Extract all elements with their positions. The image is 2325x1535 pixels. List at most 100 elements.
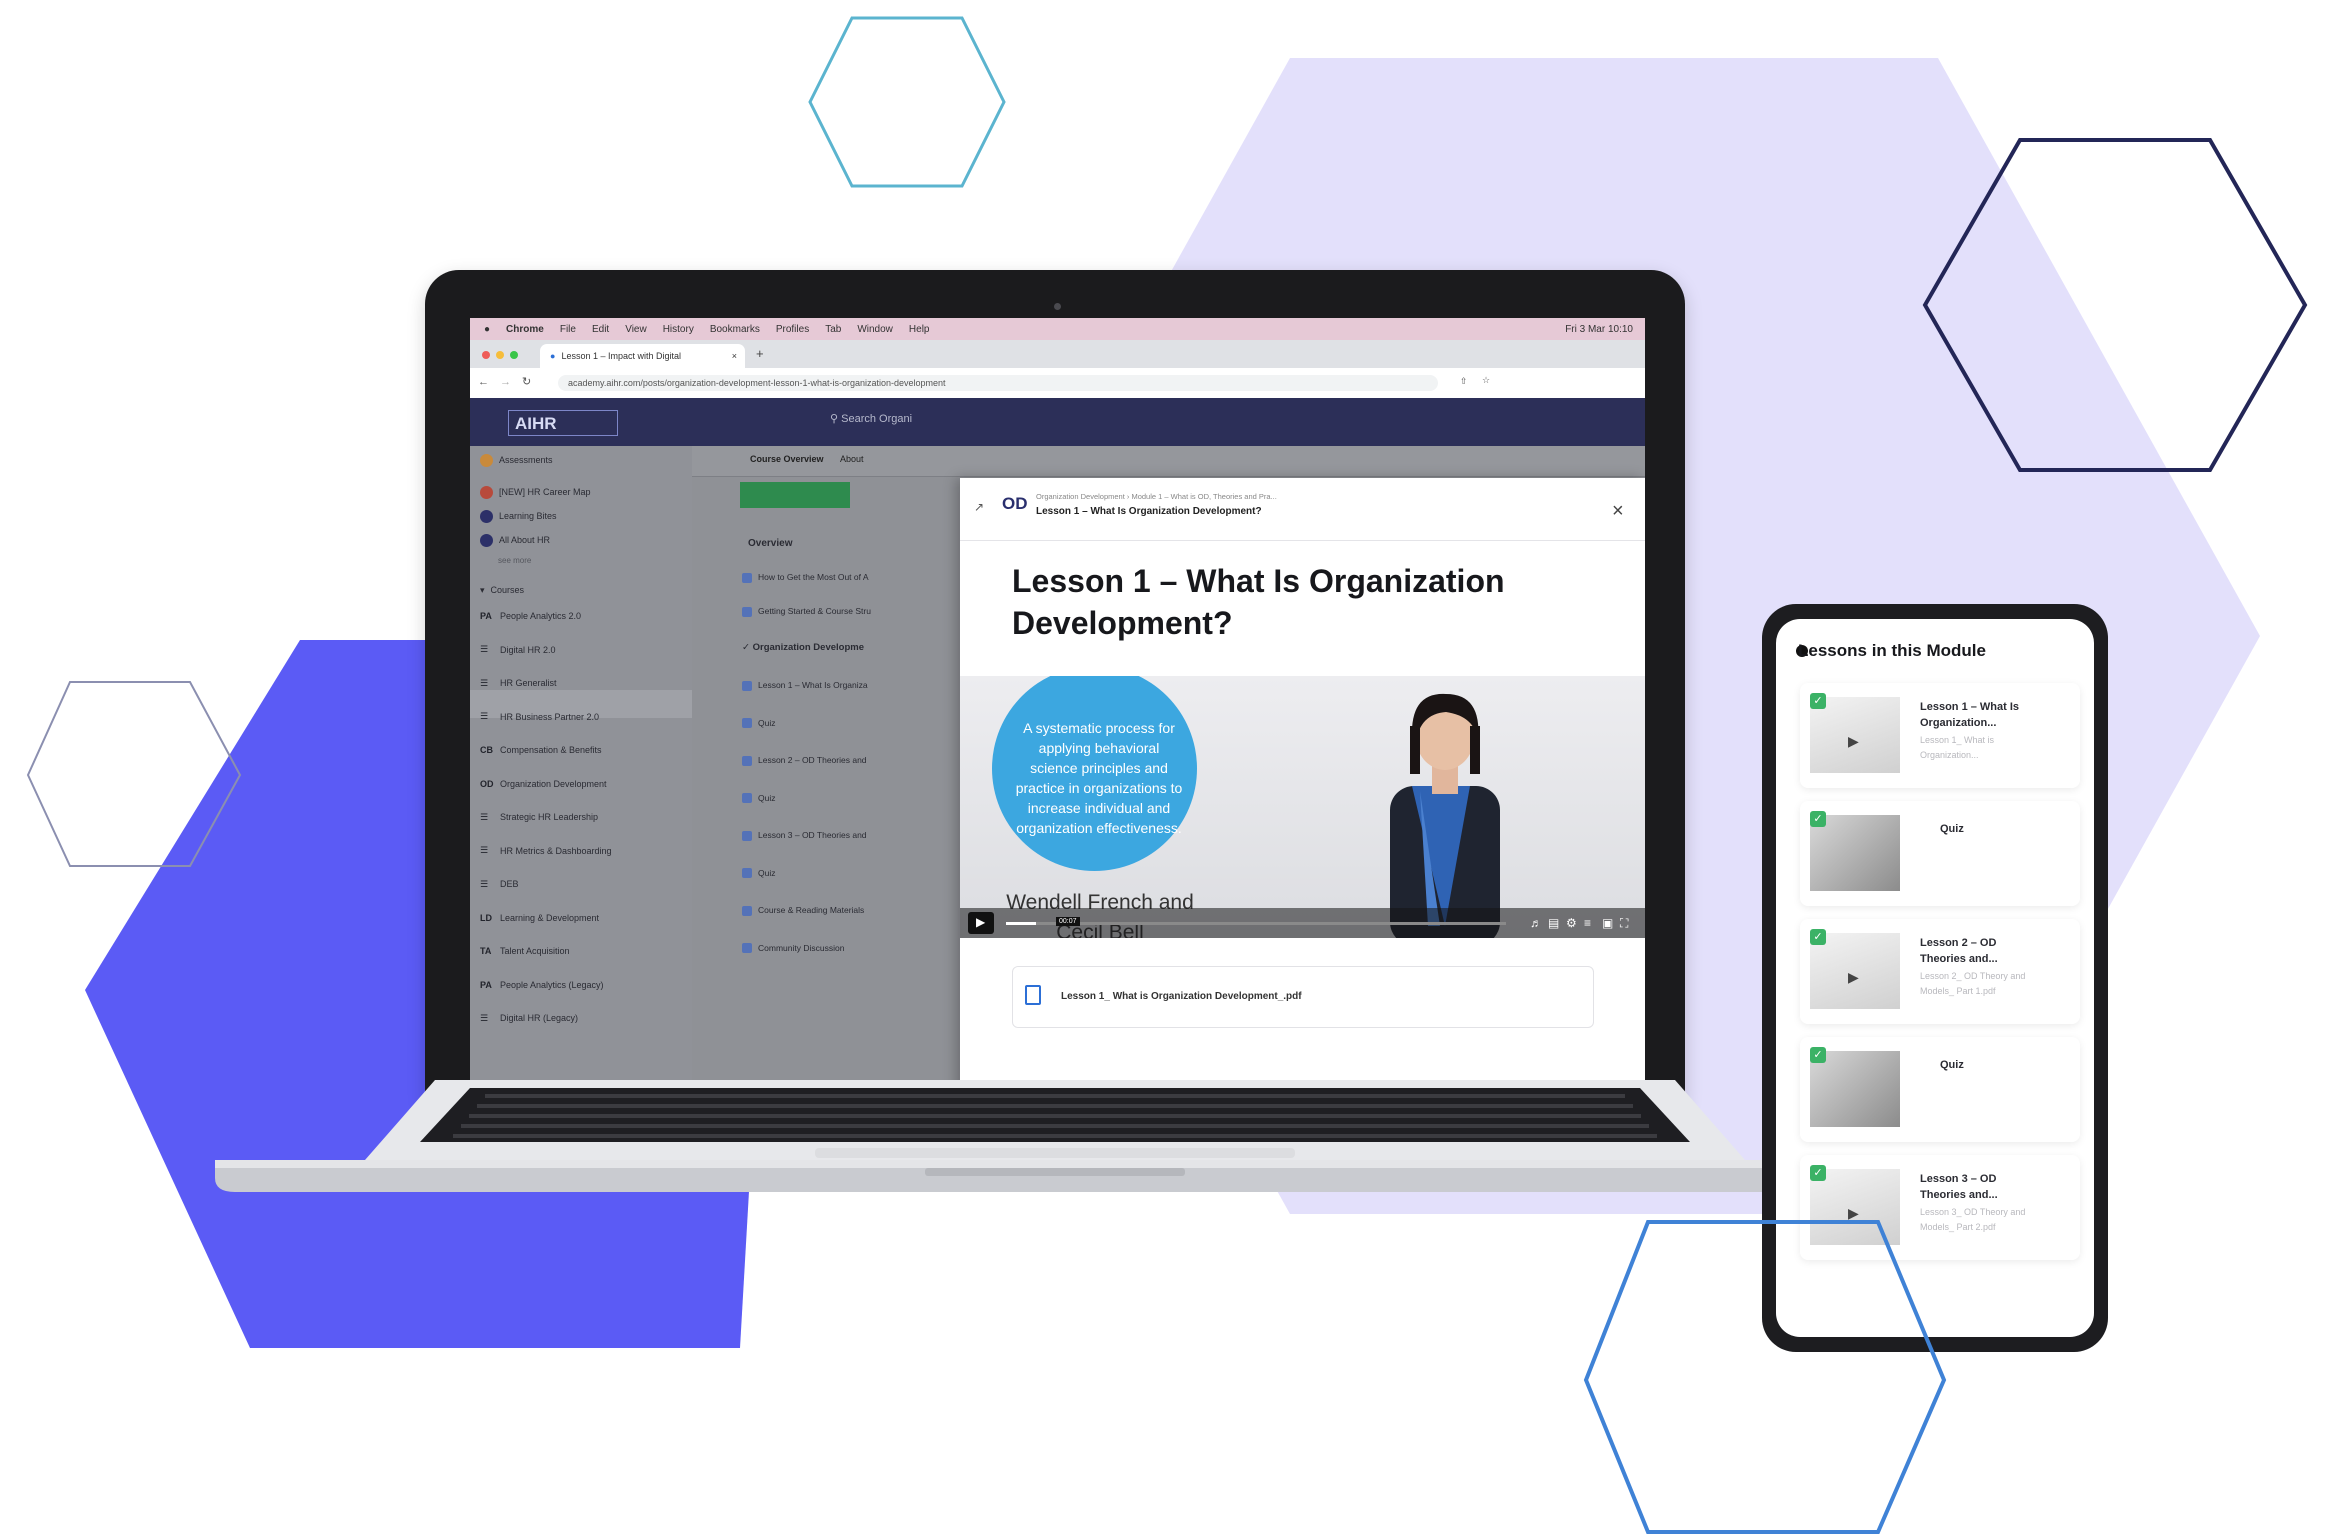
sidebar-course-item[interactable]: PA People Analytics (Legacy) [480,975,604,995]
menu-tab[interactable]: Tab [825,324,841,335]
volume-icon[interactable]: ♬ [1530,916,1542,930]
menu-bookmarks[interactable]: Bookmarks [710,324,760,335]
forward-icon[interactable]: → [500,376,511,388]
course-label: HR Generalist [500,678,557,688]
new-tab-icon[interactable]: + [756,346,764,361]
laptop-screen: ● Chrome File Edit View History Bookmark… [470,318,1645,1088]
lesson-name: Lesson 2 – OD Theories and... [1920,937,1998,965]
phone-lesson-card[interactable]: ▶ ✓ Lesson 3 – OD Theories and... Lesson 3_… [1800,1155,2080,1260]
sidebar-course-item[interactable]: ☰ Strategic HR Leadership [480,807,598,827]
tab-favicon-icon: ● [550,351,556,361]
phone-lesson-card[interactable]: ▶ ✓ Lesson 2 – OD Theories and... Lesson 2_… [1800,919,2080,1024]
sidebar-course-item[interactable]: ☰ HR Business Partner 2.0 [480,707,599,727]
completed-check-icon: ✓ [1810,811,1826,827]
module-lesson-item[interactable]: Quiz [742,793,775,804]
sidebar-course-item[interactable]: CB Compensation & Benefits [480,740,602,760]
expand-icon[interactable]: ↗ [974,500,984,514]
phone-lesson-card[interactable]: ▶ ✓ Lesson 1 – What Is Organization... Less… [1800,683,2080,788]
progress-button[interactable] [740,482,850,508]
url-field[interactable]: academy.aihr.com/posts/organization-deve… [558,375,1438,391]
phone-lesson-card[interactable]: ✓ Quiz [1800,801,2080,906]
module-lesson-item[interactable]: Lesson 2 – OD Theories and [742,755,867,766]
menu-history[interactable]: History [663,324,694,335]
apple-icon[interactable]: ● [484,324,490,335]
sidebar-item-all-about-hr[interactable]: All About HR [480,530,550,550]
sidebar-course-item[interactable]: LD Learning & Development [480,908,599,928]
course-search[interactable]: ⚲ Search Organi [830,412,912,425]
play-button[interactable]: ▶ [968,912,994,934]
video-progress-bar[interactable]: 00:07 [1006,917,1506,926]
module-lesson-item[interactable]: Quiz [742,868,775,879]
sidebar-course-item[interactable]: TA Talent Acquisition [480,941,570,961]
menu-chrome[interactable]: Chrome [506,324,544,335]
aihr-logo[interactable]: AIHR [508,410,618,436]
pdf-filename: Lesson 1_ What is Organization Developme… [1061,991,1302,1002]
module-lesson-item[interactable]: Course & Reading Materials [742,905,864,916]
menu-view[interactable]: View [625,324,647,335]
checkbox-icon [742,868,752,879]
course-tabs: Course Overview About [692,446,1645,477]
close-icon[interactable]: × [1612,500,1624,523]
course-badge: ☰ [480,811,489,822]
tab-close-icon[interactable]: × [732,351,737,361]
search-input[interactable]: Search Organi [841,413,912,425]
play-icon: ▶ [1848,733,1859,749]
menu-edit[interactable]: Edit [592,324,609,335]
courses-heading[interactable]: ▾ Courses [480,580,524,600]
pdf-attachment[interactable]: Lesson 1_ What is Organization Developme… [1012,966,1594,1028]
share-icon[interactable]: ⇧ [1460,376,1468,387]
play-icon: ▶ [1848,969,1859,985]
module-lesson-label: Community Discussion [758,942,845,953]
checkbox-icon [742,793,752,804]
sidebar-course-item[interactable]: OD Organization Development [480,774,607,794]
sidebar-course-item[interactable]: ☰ Digital HR 2.0 [480,640,556,660]
tab-course-overview[interactable]: Course Overview [750,454,824,464]
settings-gear-icon[interactable]: ⚙ [1566,916,1577,930]
sidebar-course-item[interactable]: ☰ HR Generalist [480,673,557,693]
menu-profiles[interactable]: Profiles [776,324,809,335]
module-heading[interactable]: ✓ Organization Developme [742,642,864,653]
breadcrumb[interactable]: Organization Development › Module 1 – Wh… [1036,492,1277,501]
sidebar-item-career-map[interactable]: [NEW] HR Career Map [480,482,591,502]
module-lesson-item[interactable]: Lesson 3 – OD Theories and [742,830,867,841]
checkbox-icon [742,572,752,583]
tab-about[interactable]: About [840,454,864,464]
course-badge: PA [480,979,492,990]
modal-subtitle: Lesson 1 – What Is Organization Developm… [1036,506,1262,517]
phone-lesson-card[interactable]: ✓ Quiz [1800,1037,2080,1142]
definition-text: A systematic process for applying behavi… [1015,720,1183,836]
menu-window[interactable]: Window [857,324,893,335]
back-icon[interactable]: ← [478,376,489,388]
sidebar-course-item[interactable]: ☰ Digital HR (Legacy) [480,1008,578,1028]
module-lesson-item[interactable]: Lesson 1 – What Is Organiza [742,680,868,691]
lesson-file: Lesson 2_ OD Theory and Models_ Part 1.p… [1920,971,2026,996]
module-lesson-item[interactable]: Community Discussion [742,943,844,954]
sidebar-item-assessments[interactable]: Assessments [480,450,553,470]
sidebar-course-item[interactable]: PA People Analytics 2.0 [480,606,581,626]
pip-icon[interactable]: ▣ [1602,916,1613,930]
maximize-window-icon[interactable] [510,351,518,359]
sidebar-item-learning-bites[interactable]: Learning Bites [480,506,557,526]
captions-icon[interactable]: ▤ [1548,916,1559,930]
module-lesson-item[interactable]: Quiz [742,718,775,729]
overview-item[interactable]: How to Get the Most Out of A [742,572,869,583]
overview-item[interactable]: Getting Started & Course Stru [742,606,871,617]
address-bar: ← → ↻ academy.aihr.com/posts/organizatio… [470,368,1645,399]
sidebar-course-item[interactable]: ☰ DEB [480,874,519,894]
laptop-camera [1054,303,1061,310]
bookmark-star-icon[interactable]: ☆ [1482,375,1490,386]
chapters-icon[interactable]: ≡ [1584,916,1591,930]
close-window-icon[interactable] [482,351,490,359]
play-icon: ▶ [1848,1205,1859,1221]
fullscreen-icon[interactable]: ⛶ [1620,916,1628,931]
sidebar-course-item[interactable]: ☰ HR Metrics & Dashboarding [480,841,612,861]
video-player[interactable]: A systematic process for applying behavi… [960,676,1645,938]
browser-tab[interactable]: ● Lesson 1 – Impact with Digital × [540,344,745,368]
menu-file[interactable]: File [560,324,576,335]
menu-help[interactable]: Help [909,324,930,335]
sidebar: Assessments [NEW] HR Career Map Learning… [470,446,692,1088]
browser-tabbar: ● Lesson 1 – Impact with Digital × + [470,340,1645,368]
minimize-window-icon[interactable] [496,351,504,359]
reload-icon[interactable]: ↻ [522,375,531,388]
see-more-link[interactable]: see more [498,550,531,570]
